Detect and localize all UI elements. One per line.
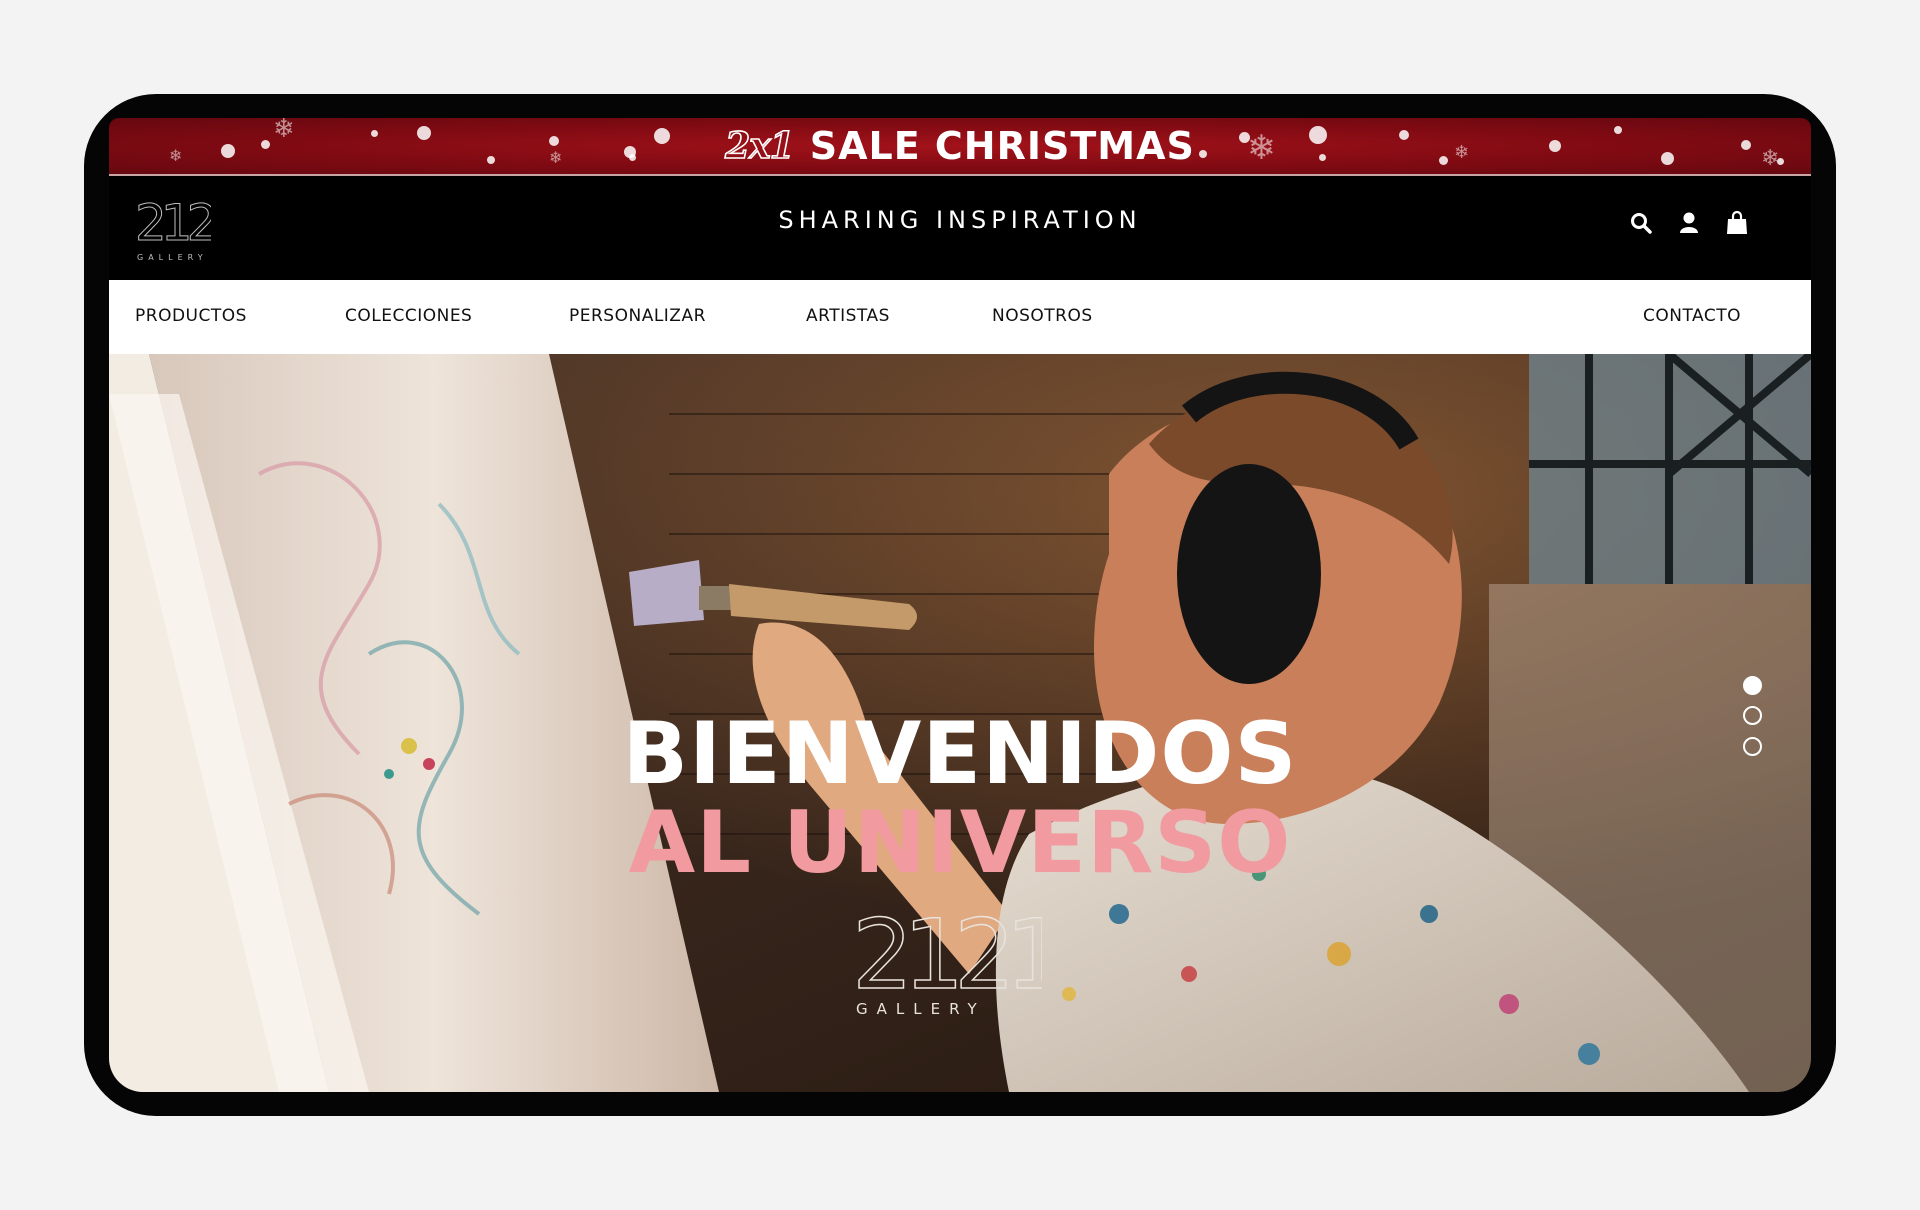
header-icons [1629, 210, 1749, 236]
promo-prefix: 2x1 [724, 124, 795, 168]
shopping-bag-icon[interactable] [1725, 210, 1749, 236]
nav-item-nosotros[interactable]: NOSOTROS [992, 306, 1093, 326]
nav-item-artistas[interactable]: ARTISTAS [806, 306, 890, 326]
slider-dot-3[interactable] [1743, 737, 1762, 756]
nav-item-productos[interactable]: PRODUCTOS [135, 306, 247, 326]
site-header: 2121 GALLERY SHARING INSPIRATION [109, 176, 1811, 280]
slider-dot-1[interactable] [1743, 676, 1762, 695]
hero-logo-word: GALLERY [856, 1000, 986, 1018]
logo-word: GALLERY [137, 253, 208, 262]
promo-headline: 2x1 SALE CHRISTMAS [109, 118, 1811, 174]
user-icon[interactable] [1677, 210, 1701, 236]
hero-title-line1: BIENVENIDOS [622, 704, 1298, 804]
nav-item-colecciones[interactable]: COLECCIONES [345, 306, 472, 326]
website-screen: ❄ ❄ ❄ ❄ ❄ ❄ 2x1 SALE CHRISTMAS 2121 GALL… [109, 118, 1811, 1092]
search-icon[interactable] [1629, 210, 1653, 236]
nav-item-contacto[interactable]: CONTACTO [1643, 306, 1741, 326]
nav-item-personalizar[interactable]: PERSONALIZAR [569, 306, 706, 326]
hero-title-line2: AL UNIVERSO [628, 793, 1292, 893]
site-tagline: SHARING INSPIRATION [778, 206, 1142, 234]
hero-logo-number: 2121 [852, 902, 1042, 1011]
hero-banner[interactable]: BIENVENIDOS AL UNIVERSO 2121 GALLERY [109, 354, 1811, 1092]
promo-label: SALE CHRISTMAS [809, 124, 1195, 168]
slider-dot-2[interactable] [1743, 706, 1762, 725]
main-nav: PRODUCTOS COLECCIONES PERSONALIZAR ARTIS… [109, 280, 1811, 354]
hero-gallery-logo: 2121 GALLERY [852, 902, 1042, 1018]
christmas-sale-banner[interactable]: ❄ ❄ ❄ ❄ ❄ ❄ 2x1 SALE CHRISTMAS [109, 118, 1811, 176]
